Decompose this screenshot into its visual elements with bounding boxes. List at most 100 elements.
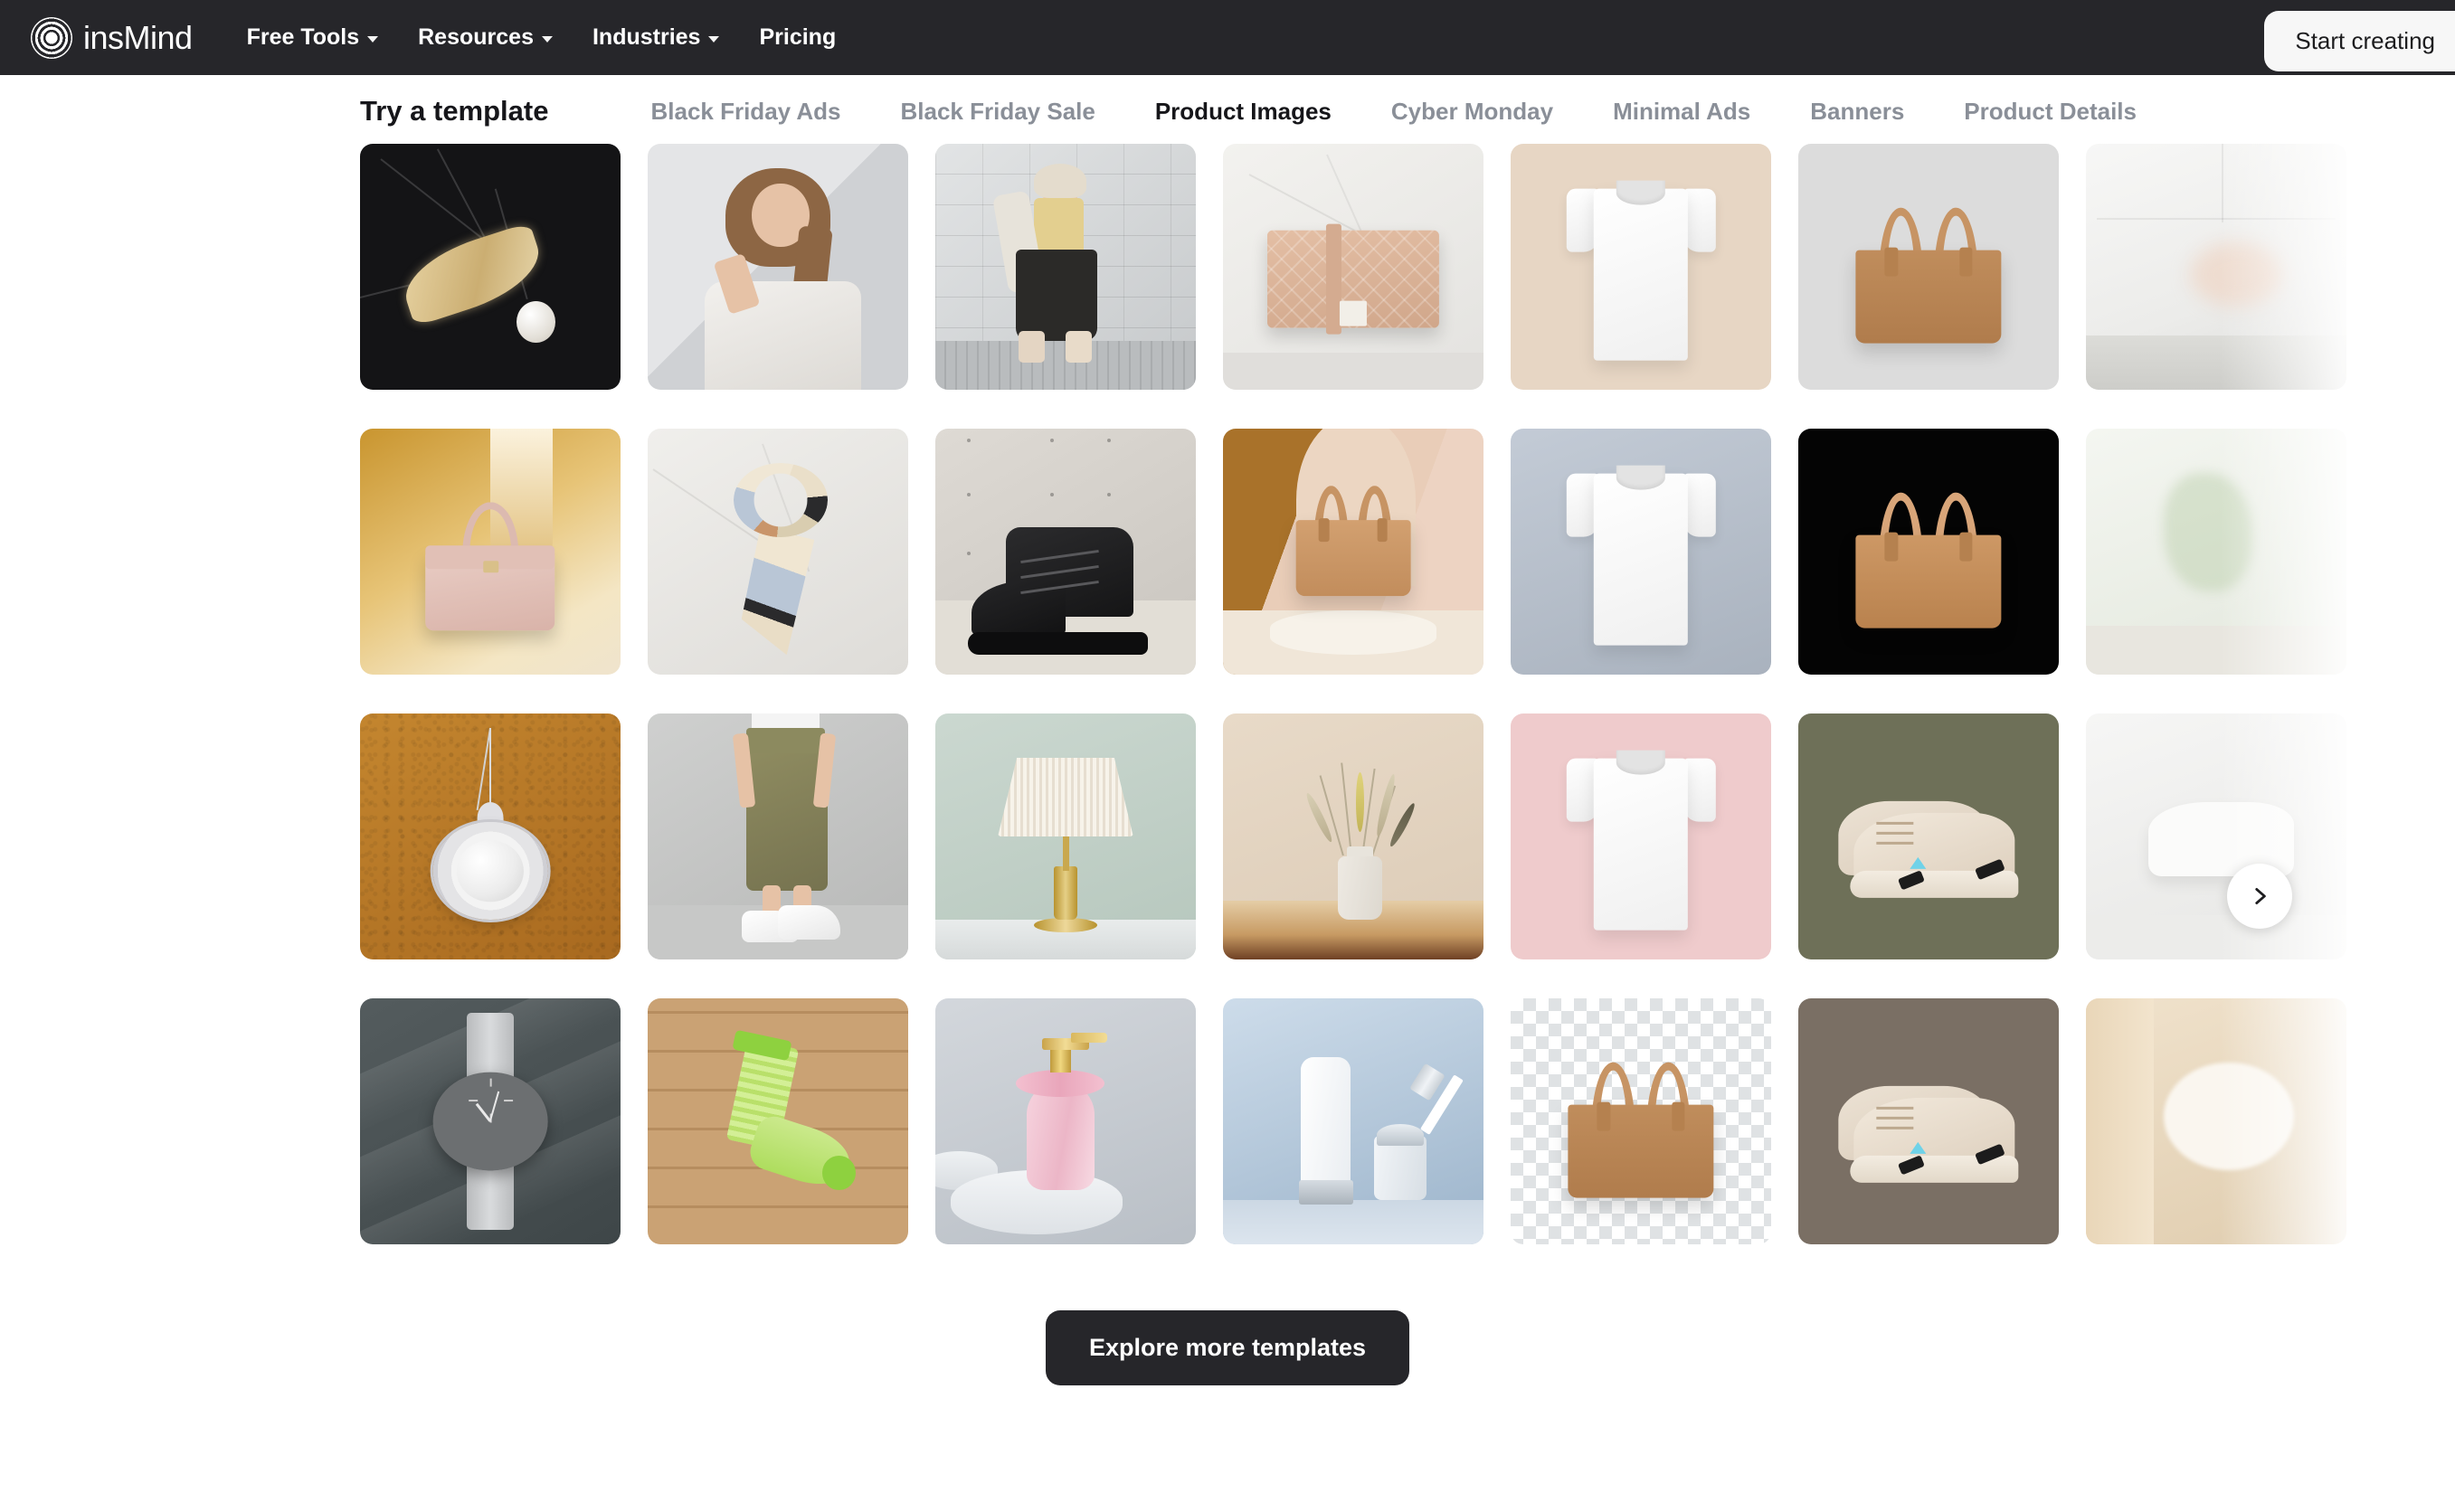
- chevron-down-icon: [367, 36, 379, 43]
- template-cell: [2086, 998, 2374, 1244]
- tab-cyber-monday[interactable]: Cyber Monday: [1361, 98, 1583, 126]
- template-cell: [360, 144, 648, 390]
- card-scene: [1223, 429, 1483, 675]
- template-card-cosmetics[interactable]: [1223, 998, 1483, 1244]
- pump-bottle-icon: [1026, 1082, 1095, 1191]
- tab-product-images[interactable]: Product Images: [1125, 98, 1361, 126]
- watch-icon: [432, 1072, 548, 1171]
- main-nav: Free Tools Resources Industries Pricing: [247, 24, 837, 51]
- template-card-tshirt-bluegrey[interactable]: [1511, 429, 1771, 675]
- start-creating-button[interactable]: Start creating: [2264, 11, 2455, 71]
- card-scene: [1798, 429, 2059, 675]
- template-card-green-sock[interactable]: [648, 998, 908, 1244]
- template-card-partial-1[interactable]: [2086, 144, 2346, 390]
- explore-more-templates-button[interactable]: Explore more templates: [1045, 1310, 1410, 1385]
- handbag-icon: [420, 502, 561, 631]
- template-cell: [1798, 144, 2086, 390]
- card-scene: [1511, 429, 1771, 675]
- template-tabbar: Try a template Black Friday Ads Black Fr…: [0, 75, 2455, 144]
- template-cell: [360, 429, 648, 675]
- card-scene: [648, 713, 908, 959]
- nav-label-resources: Resources: [418, 24, 534, 50]
- nav-item-resources[interactable]: Resources: [418, 24, 553, 51]
- card-scene: [1511, 998, 1771, 1244]
- nav-item-pricing[interactable]: Pricing: [759, 24, 836, 51]
- template-card-tote-podium[interactable]: [1223, 429, 1483, 675]
- template-cell: [1798, 429, 2086, 675]
- card-scene: [1798, 144, 2059, 390]
- tote-bag-icon: [1855, 207, 2002, 344]
- tab-black-friday-ads[interactable]: Black Friday Ads: [621, 98, 870, 126]
- template-card-silk-scarf[interactable]: [648, 429, 908, 675]
- template-card-partial-4[interactable]: [2086, 998, 2346, 1244]
- tab-banners[interactable]: Banners: [1780, 98, 1934, 126]
- scarf-knot-icon: [734, 463, 828, 537]
- nav-label-pricing: Pricing: [759, 24, 837, 50]
- template-card-feather-brooch[interactable]: [360, 144, 621, 390]
- card-scene: [1223, 998, 1483, 1244]
- tote-bag-icon: [1855, 492, 2002, 628]
- template-cell: [648, 713, 935, 959]
- vase-icon: [1337, 855, 1382, 921]
- tab-minimal-ads[interactable]: Minimal Ads: [1583, 98, 1780, 126]
- template-cell: [1798, 998, 2086, 1244]
- cosmetic-tube-icon: [1301, 1057, 1351, 1195]
- template-card-watch[interactable]: [360, 998, 621, 1244]
- chevron-right-icon: [2255, 888, 2266, 904]
- template-card-tshirt-pink[interactable]: [1511, 713, 1771, 959]
- template-card-sneakers-warmgrey[interactable]: [1798, 998, 2059, 1244]
- lamp-base-icon: [1034, 917, 1097, 933]
- template-card-black-boots[interactable]: [935, 429, 1196, 675]
- template-card-partial-3[interactable]: [2086, 713, 2346, 959]
- template-cell: [648, 998, 935, 1244]
- template-card-model-white-top[interactable]: [648, 144, 908, 390]
- template-card-tote-transparent[interactable]: [1511, 998, 1771, 1244]
- chevron-down-icon: [541, 36, 553, 43]
- template-cell: [1223, 998, 1511, 1244]
- card-scene: [1223, 144, 1483, 390]
- category-tabs: Black Friday Ads Black Friday Sale Produ…: [621, 98, 2166, 126]
- template-carousel: [0, 144, 2455, 1265]
- template-cell: [935, 998, 1223, 1244]
- card-scene: [360, 713, 621, 959]
- card-scene: [1798, 713, 2059, 959]
- template-card-pearl-pendant[interactable]: [360, 713, 621, 959]
- sneaker-icon: [1834, 1080, 2022, 1183]
- template-card-quilted-bag[interactable]: [1223, 144, 1483, 390]
- template-card-model-brick-wall[interactable]: [935, 144, 1196, 390]
- template-card-vase-flowers[interactable]: [1223, 713, 1483, 959]
- template-card-sneakers-olive[interactable]: [1798, 713, 2059, 959]
- template-card-pump-bottle[interactable]: [935, 998, 1196, 1244]
- template-card-pink-handbag[interactable]: [360, 429, 621, 675]
- template-cell: [648, 144, 935, 390]
- template-cell: [935, 713, 1223, 959]
- boot-icon: [968, 526, 1159, 656]
- card-scene: [1798, 998, 2059, 1244]
- template-card-joggers[interactable]: [648, 713, 908, 959]
- nav-item-free-tools[interactable]: Free Tools: [247, 24, 379, 51]
- template-cell: [935, 429, 1223, 675]
- necklace-chain-icon: [489, 728, 491, 812]
- lamp-shade-icon: [998, 757, 1133, 836]
- template-card-table-lamp[interactable]: [935, 713, 1196, 959]
- template-card-partial-2[interactable]: [2086, 429, 2346, 675]
- template-cell: [360, 713, 648, 959]
- carousel-next-button[interactable]: [2227, 864, 2292, 929]
- card-scene: [935, 713, 1196, 959]
- nav-item-industries[interactable]: Industries: [592, 24, 720, 51]
- template-cell: [2086, 429, 2374, 675]
- sneaker-icon: [1834, 795, 2022, 898]
- template-card-tote-grey[interactable]: [1798, 144, 2059, 390]
- template-cell: [2086, 144, 2374, 390]
- card-scene: [2086, 429, 2346, 675]
- template-card-tote-black[interactable]: [1798, 429, 2059, 675]
- card-scene: [648, 144, 908, 390]
- template-card-tshirt-beige[interactable]: [1511, 144, 1771, 390]
- card-scene: [1223, 713, 1483, 959]
- card-scene: [935, 998, 1196, 1244]
- tab-product-details[interactable]: Product Details: [1934, 98, 2166, 126]
- tab-black-friday-sale[interactable]: Black Friday Sale: [871, 98, 1125, 126]
- tshirt-icon: [1566, 743, 1716, 931]
- brand-logo[interactable]: insMind: [31, 16, 193, 59]
- tote-bag-icon: [1295, 485, 1411, 596]
